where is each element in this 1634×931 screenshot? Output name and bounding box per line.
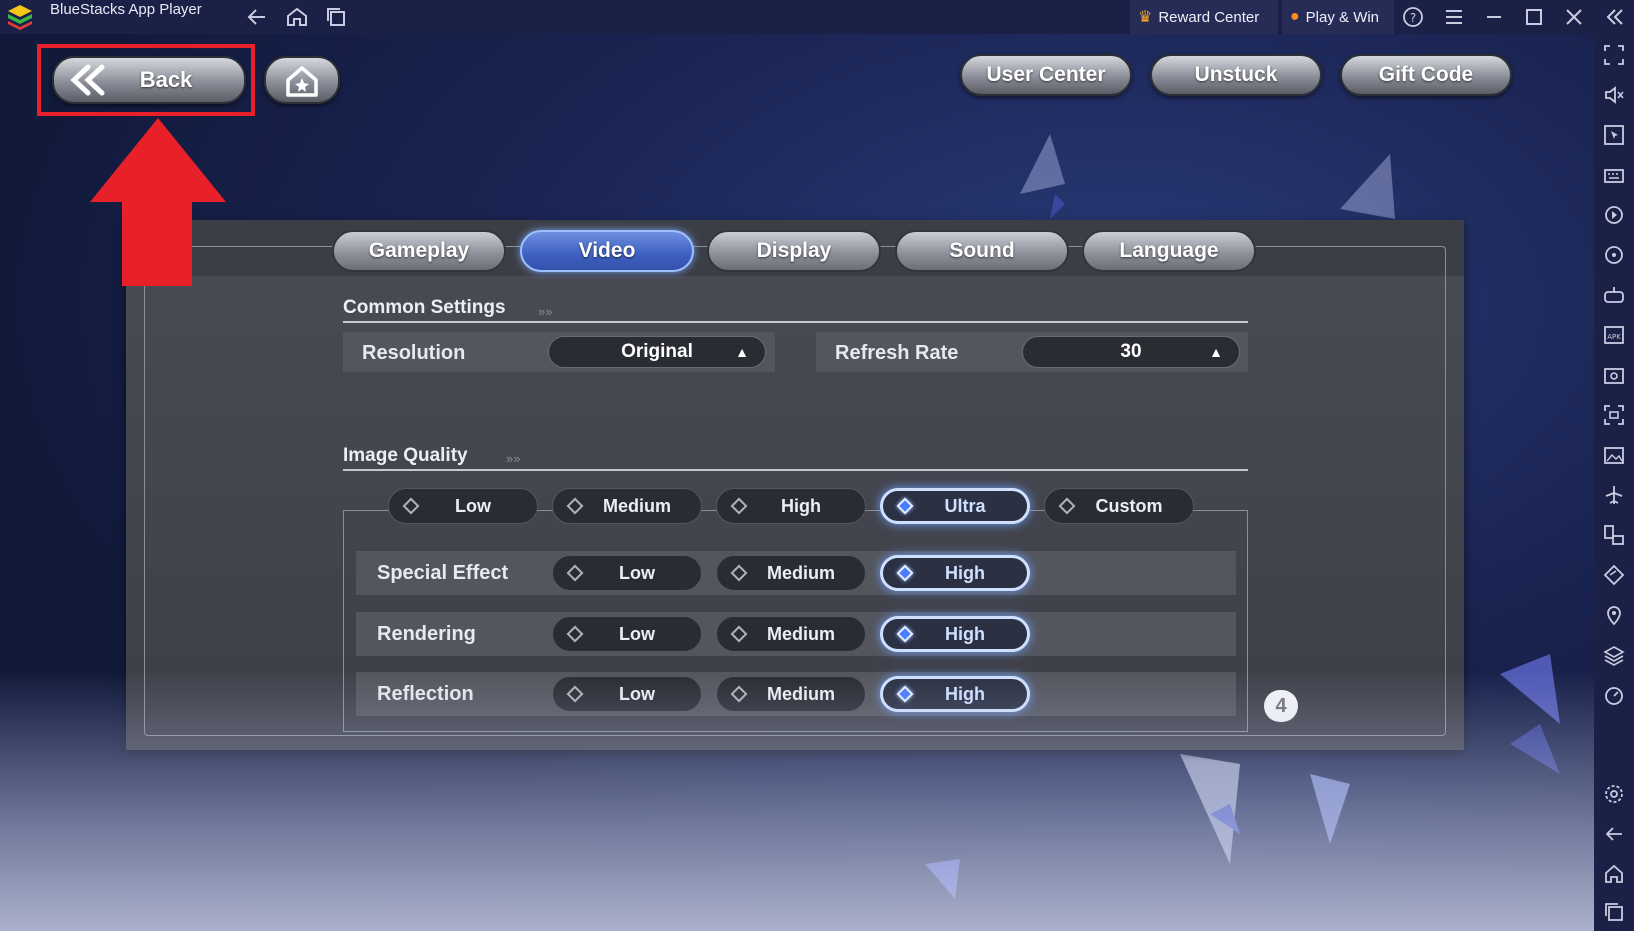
close-icon[interactable]	[1562, 5, 1586, 29]
special-effect-low[interactable]: Low	[552, 555, 702, 591]
tab-display[interactable]: Display	[707, 230, 881, 272]
special-effect-high[interactable]: High	[880, 555, 1030, 591]
diamond-icon	[566, 685, 584, 703]
scroll-badge: 4	[1264, 690, 1298, 722]
resolution-label: Resolution	[362, 342, 466, 364]
layers-icon[interactable]	[1603, 644, 1625, 666]
svg-text:APK: APK	[1607, 333, 1621, 341]
common-settings-title: Common Settings	[343, 297, 506, 318]
back-arrow-icon[interactable]	[245, 5, 269, 29]
resolution-dropdown[interactable]: Original ▲	[548, 336, 766, 368]
reflection-label: Reflection	[377, 683, 474, 705]
tab-sound[interactable]: Sound	[895, 230, 1069, 272]
tab-gameplay[interactable]: Gameplay	[332, 230, 506, 272]
title-bar: BlueStacks App Player ♛ Reward Center ● …	[0, 0, 1634, 34]
pointer-icon[interactable]	[1603, 124, 1625, 146]
keyboard-icon[interactable]	[1603, 164, 1625, 186]
preset-custom[interactable]: Custom	[1044, 488, 1194, 524]
menu-icon[interactable]	[1442, 5, 1466, 29]
bluestacks-logo-icon	[8, 5, 32, 30]
crystal-shard-icon	[1020, 134, 1065, 219]
apk-icon[interactable]: APK	[1603, 324, 1625, 346]
rendering-low[interactable]: Low	[552, 616, 702, 652]
media-folder-icon[interactable]	[1603, 444, 1625, 466]
reflection-row	[356, 672, 1236, 716]
coin-icon: ●	[1290, 8, 1300, 25]
volume-icon[interactable]	[1603, 84, 1625, 106]
preset-high[interactable]: High	[716, 488, 866, 524]
reward-center-button[interactable]: ♛ Reward Center	[1130, 0, 1278, 34]
user-center-button[interactable]: User Center	[960, 54, 1132, 96]
screenshot-icon[interactable]	[1603, 364, 1625, 386]
tab-language[interactable]: Language	[1082, 230, 1256, 272]
settings-panel: Gameplay Video Display Sound Language Co…	[126, 220, 1464, 750]
record-icon[interactable]	[1603, 404, 1625, 426]
red-arrow-icon	[90, 118, 226, 286]
multi-instance-icon[interactable]	[324, 5, 348, 29]
image-quality-title: Image Quality	[343, 445, 468, 466]
gamepad-icon[interactable]	[1603, 284, 1625, 306]
home-icon[interactable]	[1603, 863, 1625, 885]
crown-icon: ♛	[1138, 9, 1153, 26]
recent-apps-icon[interactable]	[1603, 901, 1625, 923]
rendering-high[interactable]: High	[880, 616, 1030, 652]
refresh-rate-dropdown[interactable]: 30 ▲	[1022, 336, 1240, 368]
crystal-shard-icon	[1180, 754, 1350, 864]
multi-screen-icon[interactable]	[1603, 524, 1625, 546]
chevrons-icon: »»	[506, 451, 521, 466]
caret-up-icon: ▲	[1209, 344, 1223, 360]
right-sidebar: APK	[1594, 34, 1634, 931]
crystal-shard-icon	[1340, 154, 1395, 219]
location-icon[interactable]	[1603, 604, 1625, 626]
collapse-icon[interactable]	[1602, 5, 1626, 29]
diamond-icon	[896, 685, 914, 703]
reward-center-label: Reward Center	[1158, 8, 1260, 26]
special-effect-medium[interactable]: Medium	[716, 555, 866, 591]
rendering-medium[interactable]: Medium	[716, 616, 866, 652]
gift-code-button[interactable]: Gift Code	[1340, 54, 1512, 96]
resolution-value: Original	[621, 341, 693, 362]
minimize-icon[interactable]	[1482, 5, 1506, 29]
play-win-button[interactable]: ● Play & Win	[1282, 0, 1394, 34]
refresh-rate-label: Refresh Rate	[835, 342, 959, 364]
tab-video[interactable]: Video	[520, 230, 694, 272]
section-divider	[343, 321, 1248, 323]
preset-low[interactable]: Low	[388, 488, 538, 524]
macro-icon[interactable]	[1603, 204, 1625, 226]
help-icon[interactable]: ?	[1401, 5, 1425, 29]
eco-mode-icon[interactable]	[1603, 564, 1625, 586]
section-divider	[343, 469, 1248, 471]
performance-icon[interactable]	[1603, 684, 1625, 706]
fullscreen-icon[interactable]	[1603, 44, 1625, 66]
unstuck-button[interactable]: Unstuck	[1150, 54, 1322, 96]
settings-icon[interactable]	[1603, 783, 1625, 805]
home-button[interactable]	[264, 56, 340, 104]
rendering-label: Rendering	[377, 623, 476, 645]
home-icon	[286, 66, 318, 97]
reflection-low[interactable]: Low	[552, 676, 702, 712]
app-title: BlueStacks App Player	[50, 1, 202, 18]
preset-medium[interactable]: Medium	[552, 488, 702, 524]
chevrons-icon: »»	[538, 304, 553, 319]
back-arrow-icon[interactable]	[1603, 823, 1625, 845]
play-win-label: Play & Win	[1305, 8, 1380, 26]
crystal-shard-icon	[1500, 654, 1560, 774]
home-icon[interactable]	[285, 5, 309, 29]
svg-text:?: ?	[1410, 11, 1416, 25]
reflection-high[interactable]: High	[880, 676, 1030, 712]
highlight-box	[37, 44, 255, 116]
refresh-rate-value: 30	[1120, 341, 1142, 362]
preset-ultra[interactable]: Ultra	[880, 488, 1030, 524]
airplane-icon[interactable]	[1603, 484, 1625, 506]
maximize-icon[interactable]	[1522, 5, 1546, 29]
reflection-medium[interactable]: Medium	[716, 676, 866, 712]
rotate-icon[interactable]	[1603, 244, 1625, 266]
game-viewport: Back User Center Unstuck Gift Code Gamep…	[0, 34, 1594, 931]
special-effect-label: Special Effect	[377, 562, 509, 584]
caret-up-icon: ▲	[735, 344, 749, 360]
diamond-icon	[730, 685, 748, 703]
crystal-shard-icon	[925, 859, 960, 899]
